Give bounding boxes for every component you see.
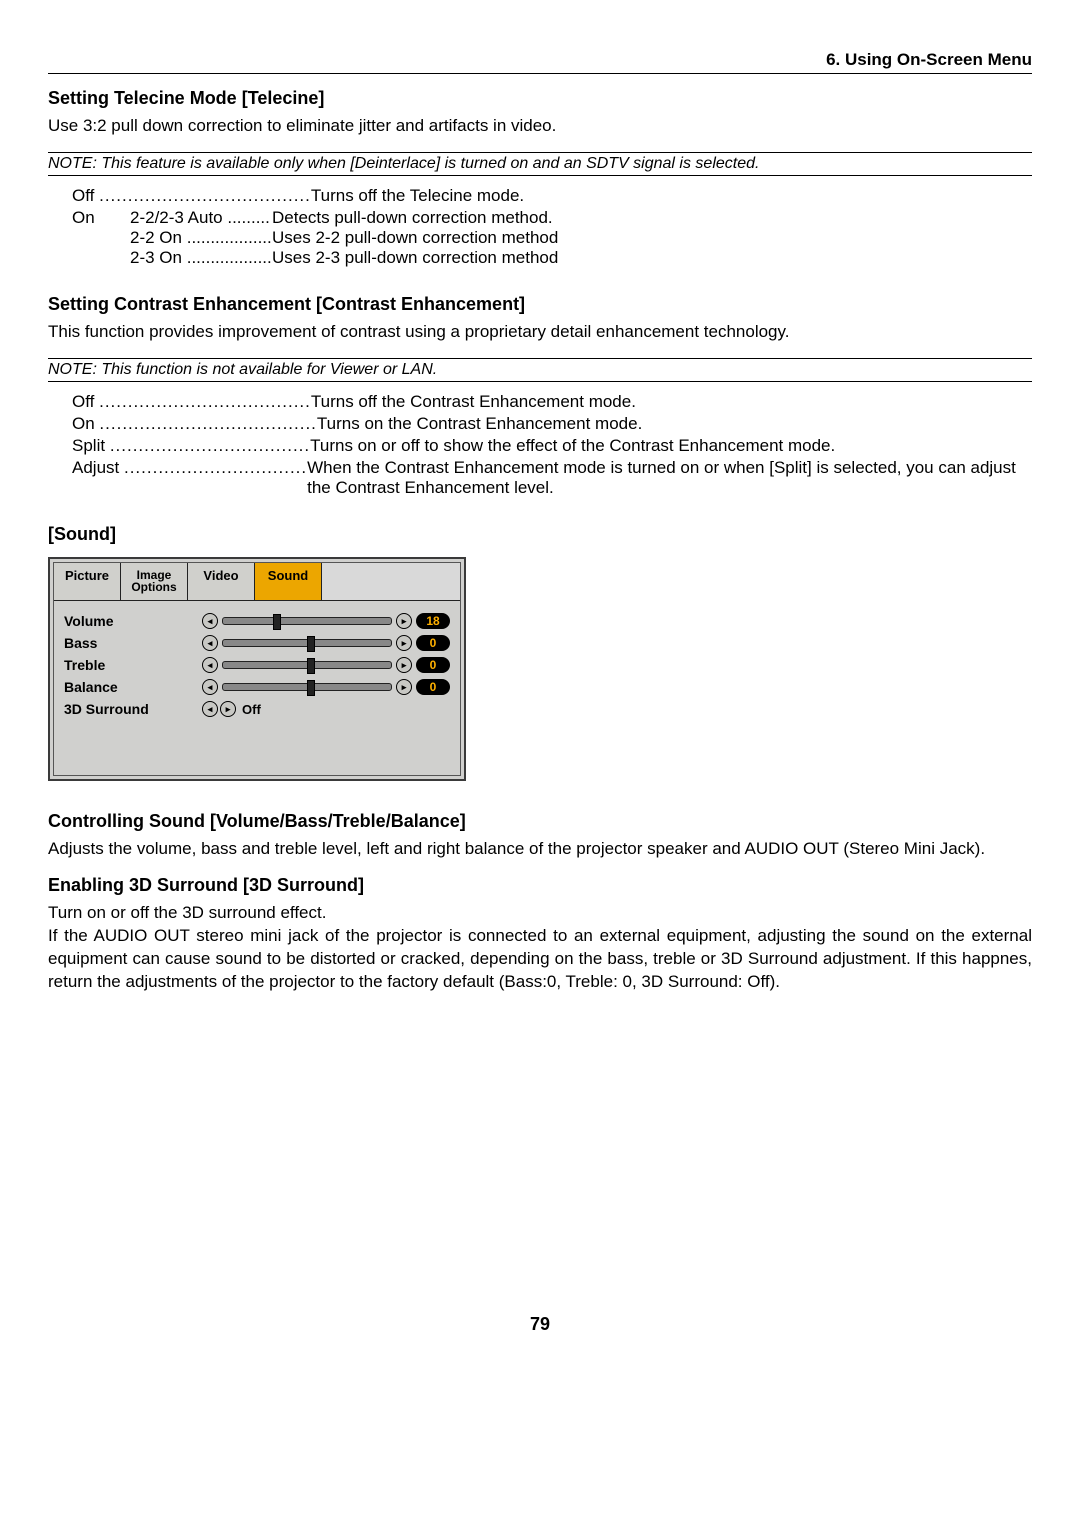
chapter-heading: 6. Using On-Screen Menu [48, 50, 1032, 74]
dots: ..................................... [99, 186, 311, 205]
arrow-left-icon[interactable]: ◂ [202, 657, 218, 673]
volume-slider[interactable] [222, 617, 392, 625]
list-item: On .....................................… [72, 414, 1032, 434]
bass-row: Bass ◂ ▸ 0 [64, 633, 450, 653]
bass-slider[interactable] [222, 639, 392, 647]
treble-slider[interactable] [222, 661, 392, 669]
telecine-note: NOTE: This feature is available only whe… [48, 152, 1032, 176]
list-item: On 2-2/2-3 Auto ......... Detects pull-d… [72, 208, 1032, 268]
term-desc: Turns on or off to show the effect of th… [310, 436, 1032, 456]
arrow-right-icon[interactable]: ▸ [396, 679, 412, 695]
term-desc: Turns off the Contrast Enhancement mode. [311, 392, 1032, 412]
surround-line1: Turn on or off the 3D surround effect. [48, 902, 1032, 925]
list-item: 2-2 On .................. Uses 2-2 pull-… [130, 228, 1032, 248]
term-desc: Detects pull-down correction method. [272, 208, 1032, 228]
list-item: Adjust ................................ … [72, 458, 1032, 498]
arrow-right-icon[interactable]: ▸ [396, 635, 412, 651]
term-label: Off [72, 392, 94, 411]
volume-label: Volume [64, 613, 202, 629]
volume-value: 18 [416, 613, 450, 629]
term-label: On [72, 208, 130, 268]
surround-body: If the AUDIO OUT stereo mini jack of the… [48, 925, 1032, 994]
treble-row: Treble ◂ ▸ 0 [64, 655, 450, 675]
term-label: On [72, 414, 95, 433]
dots: .................. [187, 228, 272, 247]
telecine-desc: Use 3:2 pull down correction to eliminat… [48, 115, 1032, 138]
tab-picture[interactable]: Picture [54, 563, 121, 600]
sub-label: 2-3 On [130, 248, 182, 267]
term-label: Off [72, 186, 94, 205]
list-item: 2-2/2-3 Auto ......... Detects pull-down… [130, 208, 1032, 228]
arrow-left-icon[interactable]: ◂ [202, 613, 218, 629]
tab-bar: Picture Image Options Video Sound [54, 563, 460, 601]
dots: ...................................... [99, 414, 316, 433]
term-desc: Uses 2-3 pull-down correction method [272, 248, 1032, 268]
bass-label: Bass [64, 635, 202, 651]
dots: .................. [187, 248, 272, 267]
arrow-left-icon[interactable]: ◂ [202, 635, 218, 651]
term-desc: Turns on the Contrast Enhancement mode. [317, 414, 1032, 434]
surround-title: Enabling 3D Surround [3D Surround] [48, 875, 1032, 896]
tab-image-options[interactable]: Image Options [121, 563, 188, 600]
list-item: Split ..................................… [72, 436, 1032, 456]
balance-row: Balance ◂ ▸ 0 [64, 677, 450, 697]
ctrlsound-title: Controlling Sound [Volume/Bass/Treble/Ba… [48, 811, 1032, 832]
surround-label: 3D Surround [64, 701, 202, 717]
term-desc: Uses 2-2 pull-down correction method [272, 228, 1032, 248]
contrast-desc: This function provides improvement of co… [48, 321, 1032, 344]
ctrlsound-desc: Adjusts the volume, bass and treble leve… [48, 838, 1032, 861]
term-desc: Turns off the Telecine mode. [311, 186, 1032, 206]
sub-label: 2-2/2-3 Auto [130, 208, 223, 227]
dots: ..................................... [99, 392, 311, 411]
list-item: 2-3 On .................. Uses 2-3 pull-… [130, 248, 1032, 268]
treble-value: 0 [416, 657, 450, 673]
balance-slider[interactable] [222, 683, 392, 691]
treble-label: Treble [64, 657, 202, 673]
surround-row: 3D Surround ◂▸ Off [64, 699, 450, 719]
page-number: 79 [48, 1314, 1032, 1335]
term-label: Split [72, 436, 105, 455]
list-item: Off ....................................… [72, 186, 1032, 206]
arrow-right-icon[interactable]: ▸ [396, 613, 412, 629]
term-label: Adjust [72, 458, 119, 477]
bass-value: 0 [416, 635, 450, 651]
surround-value: Off [242, 702, 261, 717]
arrow-left-icon[interactable]: ◂ [202, 679, 218, 695]
telecine-list: Off ....................................… [72, 186, 1032, 268]
term-desc: When the Contrast Enhancement mode is tu… [307, 458, 1032, 498]
list-item: Off ....................................… [72, 392, 1032, 412]
arrow-right-icon[interactable]: ▸ [220, 701, 236, 717]
dots: ................................ [124, 458, 307, 477]
balance-value: 0 [416, 679, 450, 695]
arrow-right-icon[interactable]: ▸ [396, 657, 412, 673]
sub-label: 2-2 On [130, 228, 182, 247]
sound-heading: [Sound] [48, 524, 1032, 545]
osd-screenshot: Picture Image Options Video Sound Volume… [48, 557, 466, 781]
tab-video[interactable]: Video [188, 563, 255, 600]
telecine-title: Setting Telecine Mode [Telecine] [48, 88, 1032, 109]
contrast-list: Off ....................................… [72, 392, 1032, 498]
contrast-note: NOTE: This function is not available for… [48, 358, 1032, 382]
arrow-left-icon[interactable]: ◂ [202, 701, 218, 717]
dots: ................................... [110, 436, 310, 455]
balance-label: Balance [64, 679, 202, 695]
dots: ......... [227, 208, 270, 227]
tab-sound[interactable]: Sound [255, 563, 322, 600]
volume-row: Volume ◂ ▸ 18 [64, 611, 450, 631]
contrast-title: Setting Contrast Enhancement [Contrast E… [48, 294, 1032, 315]
